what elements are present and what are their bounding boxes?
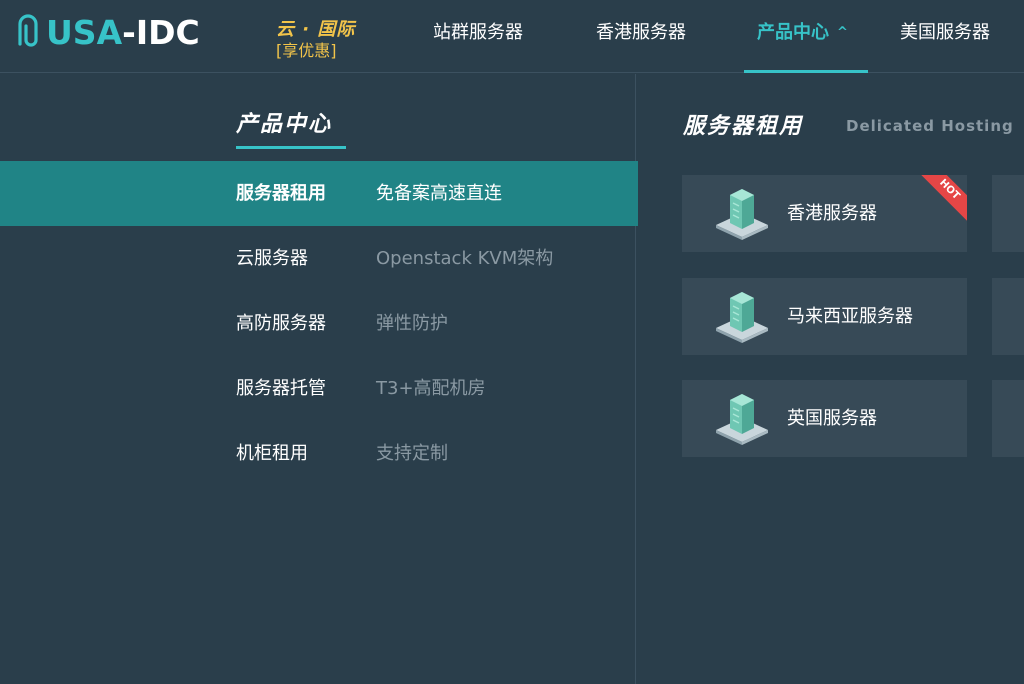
section-title: 服务器租用 — [683, 114, 804, 139]
server-building-icon — [716, 292, 768, 343]
menu-item-label: 服务器租用 — [236, 183, 326, 204]
promo-title: 云 · 国际 — [276, 19, 356, 40]
section-subtitle: Delicated Hosting — [846, 117, 1014, 135]
product-card-label: 马来西亚服务器 — [787, 306, 913, 327]
promo-subtitle: [享优惠] — [276, 40, 337, 60]
top-nav-bar: USA-IDC 云 · 国际 [享优惠] 站群服务器 香港服务器 产品中心 ^ 美… — [0, 0, 1024, 73]
product-card-label: 香港服务器 — [787, 203, 877, 224]
nav-item-hk-servers[interactable]: 香港服务器 — [596, 0, 686, 73]
menu-item-dedicated[interactable]: 服务器租用 免备案高速直连 — [0, 161, 638, 226]
nav-item-product-center[interactable]: 产品中心 ^ — [744, 0, 868, 73]
product-menu-panel: 产品中心 服务器租用 免备案高速直连 云服务器 Openstack KVM架构 … — [0, 74, 638, 684]
logo[interactable]: USA-IDC — [14, 12, 200, 52]
product-card-uk[interactable]: 英国服务器 — [682, 380, 967, 457]
menu-item-desc: 免备案高速直连 — [376, 183, 502, 204]
menu-item-label: 服务器托管 — [236, 378, 326, 399]
menu-item-label: 云服务器 — [236, 248, 308, 269]
logo-text: USA-IDC — [46, 12, 200, 52]
menu-item-label: 高防服务器 — [236, 313, 326, 334]
promo-link[interactable]: 云 · 国际 [享优惠] — [276, 19, 386, 60]
nav-item-site-group[interactable]: 站群服务器 — [433, 0, 523, 73]
panel-title: 产品中心 — [236, 112, 333, 137]
product-card-hk[interactable]: 香港服务器 HOT — [682, 175, 967, 252]
title-underline — [236, 146, 346, 149]
server-building-icon — [716, 394, 768, 445]
menu-item-desc: Openstack KVM架构 — [376, 248, 554, 269]
server-building-icon — [716, 189, 768, 240]
menu-item-ddos[interactable]: 高防服务器 弹性防护 — [0, 291, 638, 356]
menu-item-cabinet[interactable]: 机柜租用 支持定制 — [0, 421, 638, 486]
product-card-malaysia[interactable]: 马来西亚服务器 — [682, 278, 967, 355]
menu-item-desc: 支持定制 — [376, 443, 448, 464]
logo-clip-icon — [18, 14, 38, 47]
menu-item-cloud[interactable]: 云服务器 Openstack KVM架构 — [0, 226, 638, 291]
product-card-partial[interactable] — [992, 175, 1024, 252]
product-card-partial[interactable] — [992, 278, 1024, 355]
nav-item-us-servers[interactable]: 美国服务器 — [900, 0, 990, 73]
product-card-label: 英国服务器 — [787, 408, 877, 429]
hot-badge: HOT — [914, 175, 967, 225]
menu-item-desc: T3+高配机房 — [376, 378, 486, 399]
product-card-partial[interactable] — [992, 380, 1024, 457]
menu-item-label: 机柜租用 — [236, 443, 308, 464]
menu-item-colocation[interactable]: 服务器托管 T3+高配机房 — [0, 356, 638, 421]
menu-item-desc: 弹性防护 — [376, 313, 448, 334]
chevron-up-icon: ^ — [837, 25, 848, 40]
